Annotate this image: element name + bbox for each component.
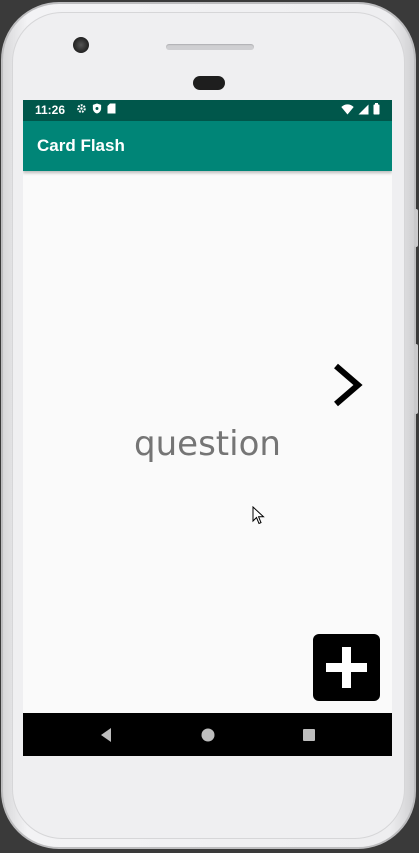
home-icon[interactable]	[198, 725, 218, 745]
card-question-text[interactable]: question	[23, 424, 392, 464]
app-title: Card Flash	[37, 136, 125, 155]
front-camera	[73, 37, 89, 53]
status-time: 11:26	[35, 103, 66, 117]
status-bar: 11:26	[23, 100, 392, 121]
notification-icons	[76, 103, 116, 114]
earpiece-speaker	[166, 44, 254, 50]
next-card-button[interactable]	[328, 360, 368, 410]
app-screen: 11:26 Card Flash question	[23, 100, 392, 756]
signal-icon	[358, 104, 369, 114]
app-bar: Card Flash	[23, 121, 392, 171]
mouse-cursor-icon	[252, 506, 265, 525]
add-card-button[interactable]	[313, 634, 380, 701]
power-button	[414, 209, 418, 247]
battery-icon	[373, 103, 380, 115]
system-nav-bar	[23, 713, 392, 756]
volume-button	[414, 344, 418, 414]
sd-card-icon	[107, 103, 116, 114]
gear-icon	[77, 104, 86, 113]
proximity-sensor	[193, 76, 225, 90]
recents-icon[interactable]	[299, 725, 319, 745]
system-icons	[341, 103, 380, 115]
back-icon[interactable]	[97, 725, 117, 745]
phone-frame: 11:26 Card Flash question	[1, 2, 418, 849]
plus-icon	[326, 647, 367, 688]
shield-icon	[92, 103, 102, 114]
chevron-right-icon	[334, 363, 363, 407]
wifi-icon	[341, 103, 354, 114]
